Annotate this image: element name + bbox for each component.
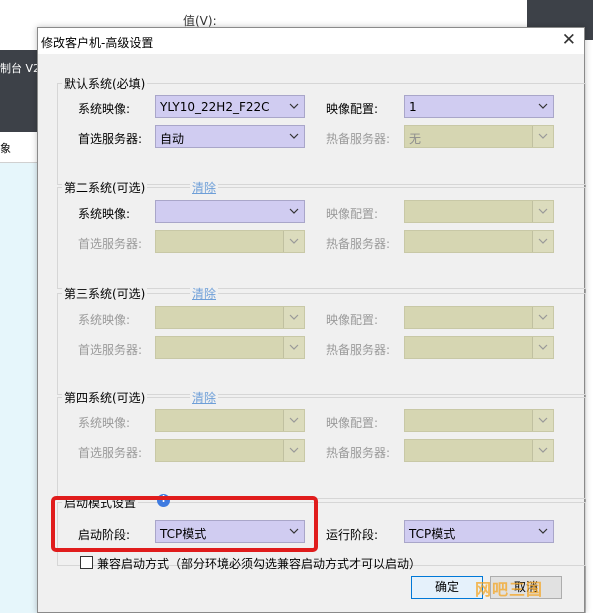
chevron-down-icon [283, 307, 304, 328]
close-icon[interactable]: ✕ [562, 30, 576, 50]
compat-boot-label: 兼容启动方式（部分环境必须勾选兼容启动方式才可以启动） [97, 557, 422, 571]
default-preferred-server-value: 自动 [160, 132, 185, 146]
third-preferred-server-select [155, 336, 305, 359]
dialog-title: 修改客户机-高级设置 [41, 36, 154, 50]
fourth-system-image-select [155, 409, 305, 432]
third-system-image-select [155, 306, 305, 329]
second-standby-server-select [404, 230, 554, 253]
background-console-header: 制台 V2 [0, 50, 41, 132]
chevron-down-icon [284, 126, 304, 147]
run-stage-select[interactable]: TCP模式 [404, 520, 554, 543]
default-preferred-server-select[interactable]: 自动 [155, 125, 305, 148]
system-image-label: 系统映像: [78, 102, 131, 116]
chevron-down-icon [284, 201, 304, 222]
watermark-logo: 网吧三国 [475, 580, 544, 599]
third-system-title: 第三系统(可选) [62, 285, 148, 302]
chevron-down-icon [283, 337, 304, 358]
chevron-down-icon [533, 96, 553, 117]
system-image-label: 系统映像: [78, 207, 131, 221]
image-config-label: 映像配置: [326, 313, 379, 327]
default-image-config-value: 1 [409, 100, 417, 114]
standby-server-label: 热备服务器: [326, 132, 391, 146]
standby-server-label: 热备服务器: [326, 446, 391, 460]
default-system-title: 默认系统(必填) [62, 75, 148, 92]
second-system-image-select[interactable] [155, 200, 305, 223]
image-config-label: 映像配置: [326, 207, 379, 221]
second-system-title: 第二系统(可选) [62, 179, 148, 196]
chevron-down-icon [532, 410, 553, 431]
preferred-server-label: 首选服务器: [78, 343, 143, 357]
default-standby-server-value: 无 [409, 132, 422, 146]
chevron-down-icon [532, 440, 553, 461]
console-title: 制台 V2 [0, 62, 41, 75]
default-standby-server-select: 无 [404, 125, 554, 148]
advanced-settings-dialog: 修改客户机-高级设置 ✕ 默认系统(必填) 系统映像: YLY10_22H2_F… [37, 27, 586, 613]
second-image-config-select [404, 200, 554, 223]
third-system-clear-link[interactable]: 清除 [190, 285, 219, 302]
chevron-down-icon [283, 410, 304, 431]
chevron-down-icon [284, 96, 304, 117]
chevron-down-icon [532, 307, 553, 328]
default-image-config-select[interactable]: 1 [404, 95, 554, 118]
fourth-preferred-server-select [155, 439, 305, 462]
chevron-down-icon [532, 231, 553, 252]
chevron-down-icon [532, 201, 553, 222]
image-config-label: 映像配置: [326, 416, 379, 430]
chevron-down-icon [532, 126, 553, 147]
left-panel-header: 象 [0, 132, 38, 163]
chevron-down-icon [532, 337, 553, 358]
preferred-server-label: 首选服务器: [78, 446, 143, 460]
standby-server-label: 热备服务器: [326, 237, 391, 251]
default-system-image-value: YLY10_22H2_F22C [160, 100, 270, 114]
fourth-system-title: 第四系统(可选) [62, 389, 148, 406]
third-image-config-select [404, 306, 554, 329]
system-image-label: 系统映像: [78, 313, 131, 327]
background-left-panel: 象 [0, 132, 38, 613]
standby-server-label: 热备服务器: [326, 343, 391, 357]
second-preferred-server-select [155, 230, 305, 253]
system-image-label: 系统映像: [78, 416, 131, 430]
preferred-server-label: 首选服务器: [78, 132, 143, 146]
third-standby-server-select [404, 336, 554, 359]
ok-button[interactable]: 确定 [411, 576, 483, 599]
dialog-titlebar: 修改客户机-高级设置 ✕ [38, 28, 584, 54]
fourth-system-clear-link[interactable]: 清除 [190, 389, 219, 406]
preferred-server-label: 首选服务器: [78, 237, 143, 251]
image-config-label: 映像配置: [326, 102, 379, 116]
background-top-bar: 值(V): [0, 0, 593, 30]
chevron-down-icon [283, 231, 304, 252]
run-stage-label: 运行阶段: [326, 528, 379, 542]
background-right-list [585, 140, 593, 613]
fourth-standby-server-select [404, 439, 554, 462]
left-panel-header-text: 象 [0, 142, 11, 155]
chevron-down-icon [283, 440, 304, 461]
chevron-down-icon [533, 521, 553, 542]
fourth-image-config-select [404, 409, 554, 432]
second-system-clear-link[interactable]: 清除 [190, 179, 219, 196]
run-stage-value: TCP模式 [409, 527, 456, 541]
default-system-image-select[interactable]: YLY10_22H2_F22C [155, 95, 305, 118]
red-highlight-box [51, 496, 318, 552]
compat-boot-checkbox[interactable] [80, 556, 93, 569]
